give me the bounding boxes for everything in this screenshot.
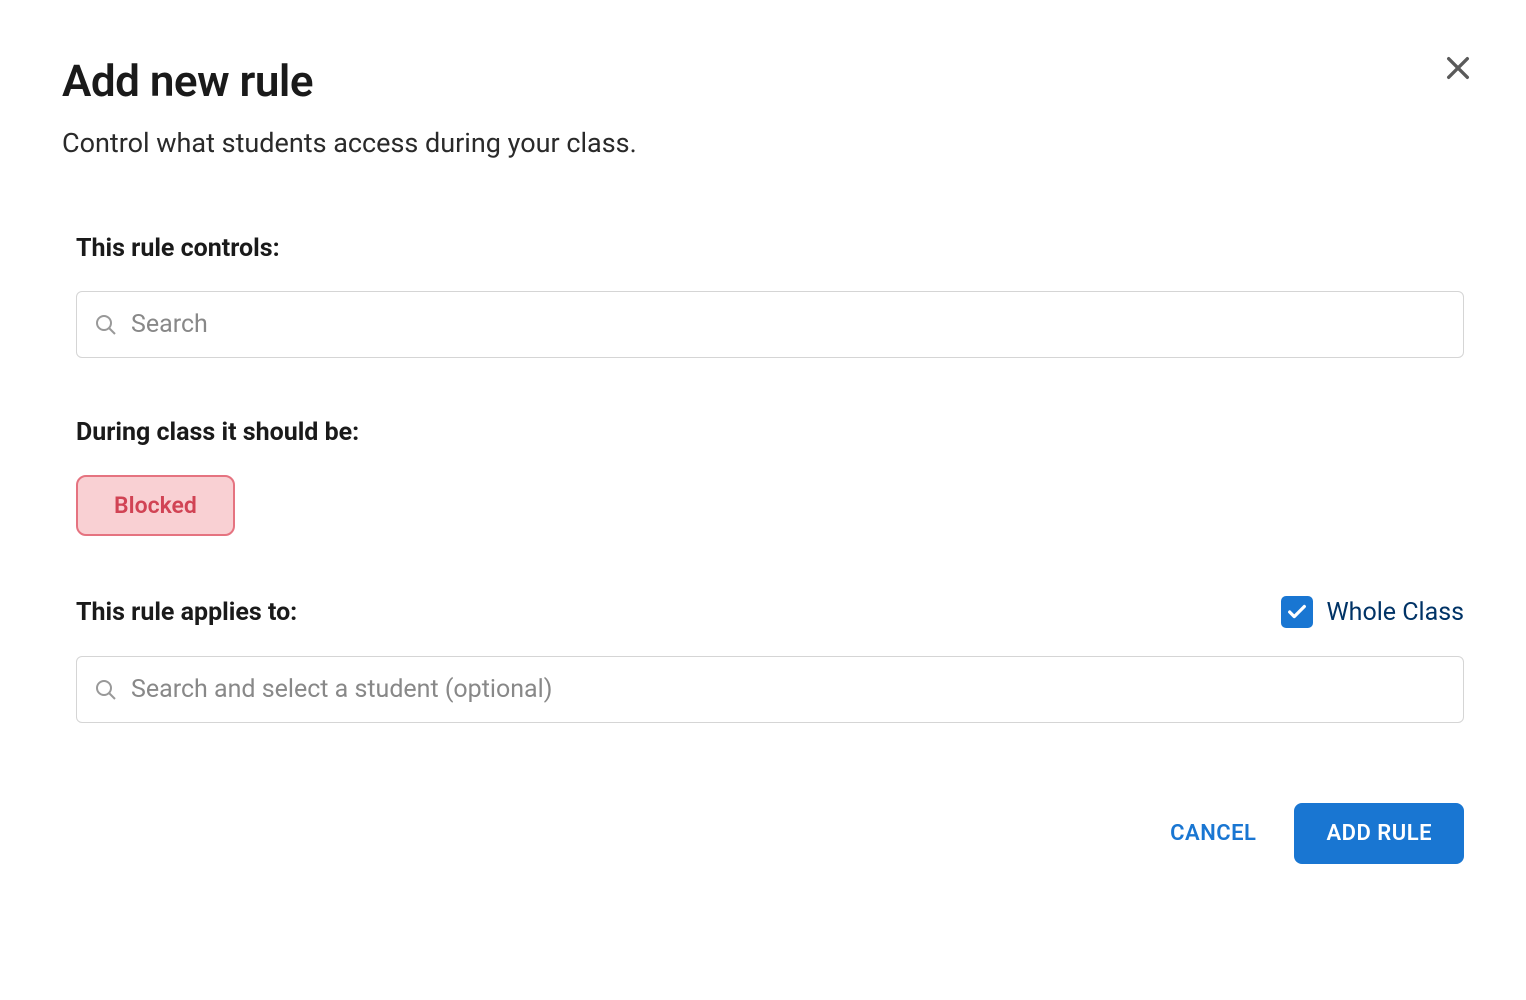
controls-search-input[interactable] (76, 291, 1464, 358)
modal-header: Add new rule (62, 55, 1464, 107)
whole-class-checkbox-wrapper[interactable]: Whole Class (1281, 596, 1465, 628)
close-button[interactable] (1438, 48, 1478, 88)
search-icon (94, 678, 118, 702)
add-rule-modal: Add new rule Control what students acces… (0, 0, 1526, 919)
controls-section: This rule controls: (62, 234, 1464, 358)
add-rule-button[interactable]: ADD RULE (1294, 803, 1464, 864)
applies-search-input[interactable] (76, 656, 1464, 723)
controls-label: This rule controls: (76, 234, 1464, 263)
modal-subtitle: Control what students access during your… (62, 127, 1464, 159)
applies-header: This rule applies to: Whole Class (76, 596, 1464, 628)
close-icon (1442, 52, 1474, 84)
applies-section: This rule applies to: Whole Class (62, 596, 1464, 723)
modal-footer: CANCEL ADD RULE (62, 803, 1464, 864)
applies-label: This rule applies to: (76, 598, 297, 627)
controls-search-wrapper (76, 291, 1464, 358)
cancel-button[interactable]: CANCEL (1160, 805, 1266, 862)
search-icon (94, 313, 118, 337)
whole-class-checkbox (1281, 596, 1313, 628)
during-section: During class it should be: Blocked (62, 418, 1464, 536)
check-icon (1286, 601, 1308, 623)
applies-search-wrapper (76, 656, 1464, 723)
during-label: During class it should be: (76, 418, 1464, 447)
blocked-chip[interactable]: Blocked (76, 475, 235, 536)
whole-class-label: Whole Class (1327, 598, 1465, 627)
modal-title: Add new rule (62, 55, 313, 107)
